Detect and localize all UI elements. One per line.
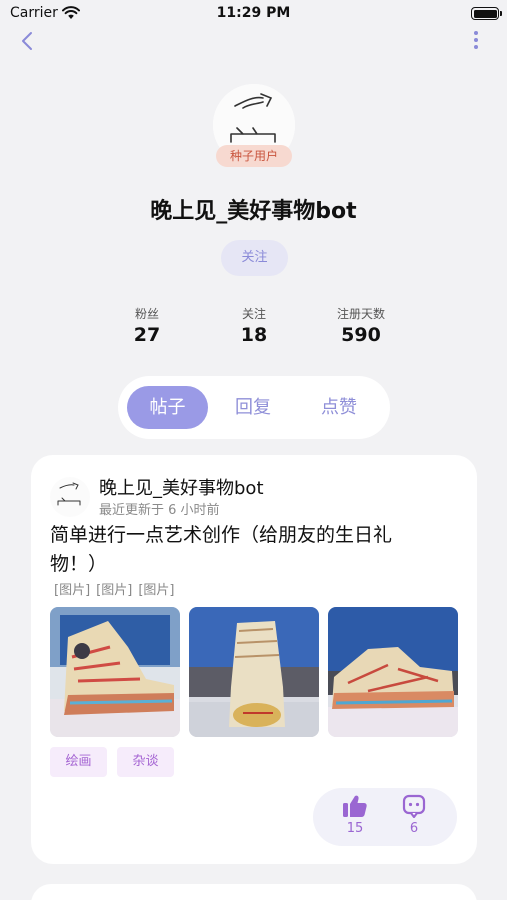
- sneaker-photo: [50, 607, 180, 737]
- seed-user-badge: 种子用户: [216, 145, 292, 167]
- status-bar: Carrier 11:29 PM: [0, 0, 507, 28]
- comment-count: 6: [409, 821, 419, 836]
- stat-value: 590: [341, 324, 381, 346]
- chevron-left-icon[interactable]: [14, 28, 42, 54]
- comment-button[interactable]: 6: [394, 794, 434, 836]
- stat-value: 27: [133, 324, 161, 346]
- image-tag: [图片]: [138, 583, 175, 598]
- tab-posts[interactable]: 帖子: [127, 386, 208, 429]
- image-placeholder-tags: [图片] [图片] [图片]: [54, 579, 180, 598]
- more-vertical-icon[interactable]: [466, 28, 486, 54]
- stat-label: 粉丝: [134, 307, 159, 321]
- stat-followers[interactable]: 粉丝 27: [107, 305, 187, 346]
- stat-value: 18: [240, 324, 268, 346]
- like-button[interactable]: 15: [335, 794, 375, 836]
- stat-registered-days: 注册天数 590: [321, 305, 401, 346]
- post-author-avatar[interactable]: [50, 477, 90, 517]
- tab-replies[interactable]: 回复: [215, 386, 291, 429]
- follow-button[interactable]: 关注: [221, 240, 288, 276]
- topic-chip-misc[interactable]: 杂谈: [117, 747, 174, 777]
- sneaker-photo: [328, 607, 458, 737]
- sneaker-photo: [189, 607, 319, 737]
- topic-chip-painting[interactable]: 绘画: [50, 747, 107, 777]
- post-image-2[interactable]: [189, 607, 319, 737]
- stat-label: 注册天数: [336, 307, 385, 321]
- post-updated-time: 最近更新于 6 小时前: [99, 503, 220, 518]
- image-tag: [图片]: [96, 583, 133, 598]
- post-author-name[interactable]: 晚上见_美好事物bot: [99, 474, 264, 500]
- post-title[interactable]: 简单进行一点艺术创作（给朋友的生日礼物！）: [50, 521, 410, 579]
- like-count: 15: [346, 821, 364, 836]
- stat-label: 关注: [241, 307, 266, 321]
- thumbs-up-icon: [343, 795, 367, 817]
- avatar-drawing: [50, 477, 90, 517]
- image-tag: [图片]: [54, 583, 91, 598]
- post-image-3[interactable]: [328, 607, 458, 737]
- stat-following[interactable]: 关注 18: [214, 305, 294, 346]
- post-image-1[interactable]: [50, 607, 180, 737]
- comment-icon: [402, 794, 426, 818]
- profile-name: 晚上见_美好事物bot: [150, 199, 357, 224]
- profile-tabs: 帖子 回复 点赞: [118, 376, 390, 439]
- status-time: 11:29 PM: [216, 5, 291, 21]
- tab-likes[interactable]: 点赞: [301, 386, 377, 429]
- battery-icon: [471, 7, 502, 20]
- next-post-card[interactable]: [31, 884, 477, 900]
